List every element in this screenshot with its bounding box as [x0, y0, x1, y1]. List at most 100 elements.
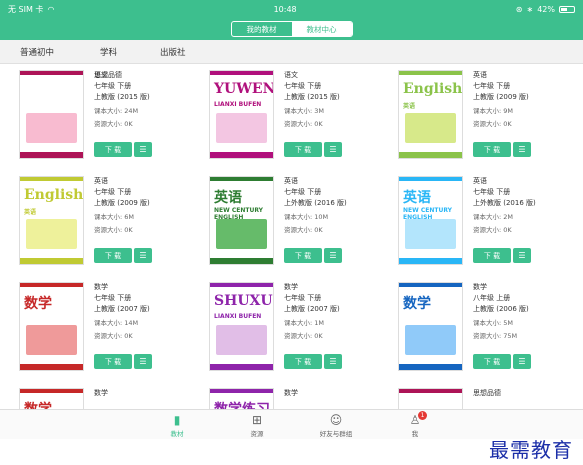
book-cover[interactable]: English 英语 [19, 176, 84, 265]
book-info: 思想品德 [94, 70, 184, 84]
book-cover[interactable] [398, 388, 463, 409]
cover-subtitle: 英语 [24, 209, 37, 216]
cover-band [399, 152, 462, 158]
book-cover[interactable]: English 英语 [398, 70, 463, 159]
cover-band [210, 283, 273, 287]
cover-band [399, 364, 462, 370]
download-button[interactable]: 下 载 [284, 142, 322, 157]
book-size: 课本大小: 14M [94, 319, 139, 327]
list-icon[interactable]: ☰ [513, 354, 531, 369]
book-cover[interactable]: SHUXUE LIANXI BUFEN [209, 282, 274, 371]
cover-subtitle: LIANXI BUFEN [214, 313, 262, 320]
battery-percent: 42% [537, 4, 555, 14]
cover-band [399, 283, 462, 287]
list-icon[interactable]: ☰ [324, 354, 342, 369]
cover-band [210, 258, 273, 264]
cover-band [210, 177, 273, 181]
book-subject: 思想品德 [473, 389, 501, 397]
filter-publisher[interactable]: 出版社 [160, 46, 186, 58]
book-card[interactable]: 英语 NEW CENTURY ENGLISH 英语 七年级 下册 上外教版 (2016 … [198, 170, 378, 275]
download-button[interactable]: 下 载 [473, 248, 511, 263]
list-icon[interactable]: ☰ [513, 142, 531, 157]
book-subject: 英语 [473, 71, 487, 79]
book-subject: 英语 [284, 177, 298, 185]
cover-band [20, 258, 83, 264]
book-cover[interactable]: 数学 [398, 282, 463, 371]
cover-band [20, 389, 83, 393]
list-icon[interactable]: ☰ [324, 248, 342, 263]
cover-title: 数学 [403, 296, 431, 312]
resource-size: 资源大小: 75M [473, 332, 518, 340]
download-button[interactable]: 下 载 [473, 354, 511, 369]
book-info: 数学 七年级 下册 上教版 (2007 版) 课本大小: 1M 资源大小: 0K [284, 282, 374, 342]
book-cover[interactable]: 数学练习 [209, 388, 274, 409]
book-size: 课本大小: 1M [284, 319, 324, 327]
cover-illustration [26, 113, 77, 143]
tab-friends-label: 好友与群组 [319, 430, 353, 438]
book-card[interactable]: 英语 NEW CENTURY ENGLISH 英语 七年级 下册 上外教版 (2016 … [387, 170, 567, 275]
book-cover[interactable]: 英语 NEW CENTURY ENGLISH [209, 176, 274, 265]
book-subject: 数学 [284, 389, 298, 397]
book-card[interactable]: 思想品德 [8, 64, 188, 169]
app-screen: 无 SIM 卡 ◠ 10:48 ⊛ ∗ 42% 我的教材 教材中心 普通初中 学… [0, 0, 583, 465]
list-icon[interactable]: ☰ [134, 354, 152, 369]
list-icon[interactable]: ☰ [324, 142, 342, 157]
tab-textbook-center[interactable]: 教材中心 [291, 22, 352, 36]
clock: 10:48 [273, 4, 297, 14]
status-bar: 无 SIM 卡 ◠ 10:48 ⊛ ∗ 42% [0, 0, 583, 18]
resource-size: 资源大小: 0K [473, 120, 512, 128]
book-card[interactable]: 数学练习 数学 [198, 382, 378, 409]
book-card[interactable]: English 英语 英语 七年级 下册 上教版 (2009 版) 课本大小: 9M 资源大… [387, 64, 567, 169]
download-button[interactable]: 下 载 [284, 354, 322, 369]
book-grade: 七年级 下册 [284, 294, 322, 302]
book-cover[interactable] [19, 70, 84, 159]
watermark-logo: 最需教育 [489, 438, 573, 462]
book-size: 课本大小: 10M [284, 213, 329, 221]
download-button[interactable]: 下 载 [284, 248, 322, 263]
book-size: 课本大小: 2M [473, 213, 513, 221]
book-actions: 下 载 ☰ [473, 248, 531, 263]
book-size: 课本大小: 6M [94, 213, 134, 221]
book-icon: ▮ [173, 413, 181, 427]
book-card[interactable]: 数学 数学 七年级 下册 上教版 (2007 版) 课本大小: 14M 资源大小: 0K 下… [8, 276, 188, 381]
book-actions: 下 载 ☰ [94, 248, 152, 263]
book-card[interactable]: YUWEN LIANXI BUFEN 语文 七年级 下册 上教版 (2015 版) 课本大… [198, 64, 378, 169]
tab-textbooks-label: 教材 [170, 430, 184, 438]
book-edition: 上教版 (2007 版) [284, 305, 340, 313]
tab-resources[interactable]: ⊞ 资源 [232, 412, 282, 438]
tab-friends[interactable]: ☺ 好友与群组 [311, 412, 361, 438]
battery-icon [558, 5, 575, 13]
cover-title: English [403, 81, 463, 97]
filter-subject[interactable]: 学科 [100, 46, 117, 58]
book-cover[interactable]: YUWEN LIANXI BUFEN [209, 70, 274, 159]
download-button[interactable]: 下 载 [94, 354, 132, 369]
book-card[interactable]: SHUXUE LIANXI BUFEN 数学七年级 下册上教版 (2007 版) 课本… [198, 276, 378, 381]
friends-icon: ☺ [329, 413, 343, 427]
tab-me[interactable]: ♙ 1 我 [390, 411, 440, 438]
book-card[interactable]: English 英语 英语 七年级 下册 上教版 (2009 版) 课本大小: 6M 资源大… [8, 170, 188, 275]
filter-stage[interactable]: 普通初中 [20, 46, 54, 58]
tab-my-textbooks[interactable]: 我的教材 [232, 22, 292, 36]
cover-band [210, 71, 273, 75]
cover-band [399, 177, 462, 181]
list-icon[interactable]: ☰ [513, 248, 531, 263]
book-cover[interactable]: 数学 [19, 282, 84, 371]
book-cover[interactable]: 数学 [19, 388, 84, 409]
list-icon[interactable]: ☰ [134, 248, 152, 263]
book-cover[interactable]: 英语 NEW CENTURY ENGLISH [398, 176, 463, 265]
grid-icon: ⊞ [251, 413, 263, 427]
book-info: 英语 七年级 下册 上教版 (2009 版) 课本大小: 6M 资源大小: 0K [94, 176, 184, 236]
book-size: 课本大小: 5M [473, 319, 513, 327]
book-info: 数学 八年级 上册 上教版 (2006 版) 课本大小: 5M 资源大小: 75M [473, 282, 563, 342]
bluetooth-icon: ∗ [526, 4, 534, 14]
cover-title: 数学 [24, 296, 52, 312]
book-card[interactable]: 数学数学 [8, 382, 188, 409]
book-edition: 上教版 (2006 版) [473, 305, 529, 313]
book-card[interactable]: 思想品德 [387, 382, 567, 409]
download-button[interactable]: 下 载 [473, 142, 511, 157]
cover-illustration [216, 325, 267, 355]
tab-textbooks[interactable]: ▮ 教材 [152, 412, 202, 438]
book-info: 数学 七年级 下册 上教版 (2007 版) 课本大小: 14M 资源大小: 0K [94, 282, 184, 342]
book-card[interactable]: 数学 数学 八年级 上册 上教版 (2006 版) 课本大小: 5M 资源大小: 75M 下… [387, 276, 567, 381]
download-button[interactable]: 下 载 [94, 248, 132, 263]
